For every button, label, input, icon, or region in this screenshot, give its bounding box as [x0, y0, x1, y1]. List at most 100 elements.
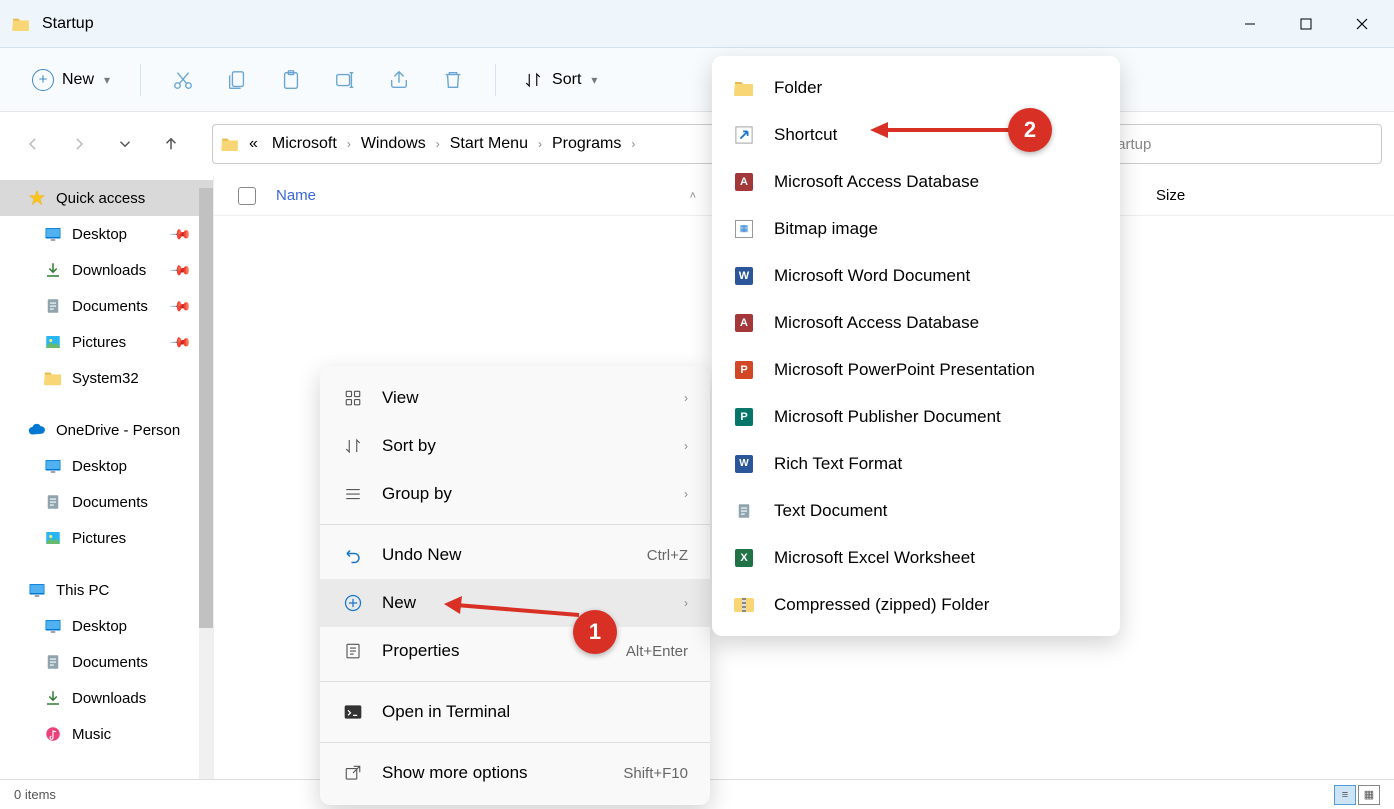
- pin-icon: 📌: [168, 222, 192, 246]
- close-button[interactable]: [1334, 0, 1390, 48]
- recent-dropdown[interactable]: [104, 123, 146, 165]
- chevron-right-icon: ›: [684, 391, 688, 405]
- sidebar-item-label: Downloads: [72, 690, 146, 707]
- sort-button[interactable]: Sort ▾: [514, 65, 607, 95]
- maximize-button[interactable]: [1278, 0, 1334, 48]
- submenu-item-label: Compressed (zipped) Folder: [774, 595, 989, 615]
- sidebar-item[interactable]: Downloads: [0, 680, 213, 716]
- document-icon: [44, 493, 62, 511]
- sidebar-item[interactable]: Music: [0, 716, 213, 752]
- share-button[interactable]: [375, 56, 423, 104]
- chevron-right-icon: ›: [684, 487, 688, 501]
- plus-icon: +: [32, 69, 54, 91]
- context-menu-show-more[interactable]: Show more options Shift+F10: [320, 749, 710, 797]
- forward-button[interactable]: [58, 123, 100, 165]
- submenu-item-bitmap[interactable]: ▦Bitmap image: [712, 205, 1120, 252]
- submenu-item-zip[interactable]: Compressed (zipped) Folder: [712, 581, 1120, 628]
- navigation-pane: Quick access Desktop📌Downloads📌Documents…: [0, 176, 214, 779]
- back-button[interactable]: [12, 123, 54, 165]
- paste-button[interactable]: [267, 56, 315, 104]
- sidebar-item[interactable]: Pictures: [0, 520, 213, 556]
- sidebar-item-label: Desktop: [72, 618, 127, 635]
- submenu-item-access[interactable]: AMicrosoft Access Database: [712, 158, 1120, 205]
- delete-button[interactable]: [429, 56, 477, 104]
- context-menu-undo-new[interactable]: Undo New Ctrl+Z: [320, 531, 710, 579]
- details-view-button[interactable]: ≡: [1334, 785, 1356, 805]
- context-menu-sort-by[interactable]: Sort by ›: [320, 422, 710, 470]
- annotation-arrow: [870, 122, 1015, 138]
- column-header-name[interactable]: Name ˄: [276, 187, 716, 204]
- submenu-item-folder[interactable]: Folder: [712, 64, 1120, 111]
- breadcrumb-item[interactable]: Windows: [357, 133, 430, 155]
- thumbnails-view-button[interactable]: ▦: [1358, 785, 1380, 805]
- submenu-item-label: Folder: [774, 78, 822, 98]
- submenu-item-excel[interactable]: XMicrosoft Excel Worksheet: [712, 534, 1120, 581]
- breadcrumb-item[interactable]: Programs: [548, 133, 625, 155]
- titlebar: Startup: [0, 0, 1394, 48]
- grid-icon: [342, 387, 364, 409]
- sidebar-item[interactable]: Downloads📌: [0, 252, 213, 288]
- word-icon: W: [734, 266, 754, 286]
- document-icon: [44, 653, 62, 671]
- chevron-right-icon: ›: [538, 137, 542, 151]
- chevron-right-icon: ›: [684, 596, 688, 610]
- sidebar-item[interactable]: Desktop📌: [0, 216, 213, 252]
- sidebar-item-onedrive[interactable]: OneDrive - Person: [0, 412, 213, 448]
- new-submenu: FolderShortcutAMicrosoft Access Database…: [712, 56, 1120, 636]
- rename-button[interactable]: [321, 56, 369, 104]
- submenu-item-word[interactable]: WMicrosoft Word Document: [712, 252, 1120, 299]
- context-menu-properties[interactable]: Properties Alt+Enter: [320, 627, 710, 675]
- document-icon: [44, 297, 62, 315]
- context-menu-view[interactable]: View ›: [320, 374, 710, 422]
- download-icon: [44, 261, 62, 279]
- scrollbar-thumb[interactable]: [199, 188, 213, 628]
- copy-button[interactable]: [213, 56, 261, 104]
- zip-icon: [734, 595, 754, 615]
- folder-icon: [44, 369, 62, 387]
- sidebar-item-this-pc[interactable]: This PC: [0, 572, 213, 608]
- callout-1: 1: [573, 610, 617, 654]
- submenu-item-text[interactable]: Text Document: [712, 487, 1120, 534]
- breadcrumb-item[interactable]: Microsoft: [268, 133, 341, 155]
- minimize-button[interactable]: [1222, 0, 1278, 48]
- sidebar-item[interactable]: Documents: [0, 484, 213, 520]
- sidebar-item-label: System32: [72, 370, 139, 387]
- star-icon: [28, 189, 46, 207]
- up-button[interactable]: [150, 123, 192, 165]
- pictures-icon: [44, 333, 62, 351]
- shortcut-text: Shift+F10: [623, 765, 688, 782]
- open-external-icon: [342, 762, 364, 784]
- sort-icon: [342, 435, 364, 457]
- sidebar-item[interactable]: Desktop: [0, 608, 213, 644]
- breadcrumb-ellipsis[interactable]: «: [245, 133, 262, 155]
- column-header-size[interactable]: Size: [1156, 187, 1185, 204]
- submenu-item-rtf[interactable]: WRich Text Format: [712, 440, 1120, 487]
- new-button[interactable]: + New ▾: [20, 63, 122, 97]
- sidebar-item[interactable]: Desktop: [0, 448, 213, 484]
- submenu-item-powerpoint[interactable]: PMicrosoft PowerPoint Presentation: [712, 346, 1120, 393]
- breadcrumb-item[interactable]: Start Menu: [446, 133, 532, 155]
- cut-button[interactable]: [159, 56, 207, 104]
- search-input[interactable]: Startup: [1092, 124, 1382, 164]
- pin-icon: 📌: [168, 258, 192, 282]
- sidebar-item-label: Pictures: [72, 334, 126, 351]
- submenu-item-label: Text Document: [774, 501, 887, 521]
- submenu-item-publisher[interactable]: PMicrosoft Publisher Document: [712, 393, 1120, 440]
- sidebar-item[interactable]: Documents: [0, 644, 213, 680]
- separator: [320, 681, 710, 682]
- powerpoint-icon: P: [734, 360, 754, 380]
- sidebar-item-label: This PC: [56, 582, 109, 599]
- select-all-checkbox[interactable]: [238, 187, 256, 205]
- sidebar-item[interactable]: System32: [0, 360, 213, 396]
- sidebar-item-quick-access[interactable]: Quick access: [0, 180, 213, 216]
- context-menu-open-terminal[interactable]: Open in Terminal: [320, 688, 710, 736]
- separator: [320, 742, 710, 743]
- submenu-item-label: Microsoft Excel Worksheet: [774, 548, 975, 568]
- sidebar-item[interactable]: Documents📌: [0, 288, 213, 324]
- access-icon: A: [734, 172, 754, 192]
- submenu-item-access[interactable]: AMicrosoft Access Database: [712, 299, 1120, 346]
- shortcut-icon: [734, 125, 754, 145]
- sidebar-item[interactable]: Pictures📌: [0, 324, 213, 360]
- plus-circle-icon: [342, 592, 364, 614]
- context-menu-group-by[interactable]: Group by ›: [320, 470, 710, 518]
